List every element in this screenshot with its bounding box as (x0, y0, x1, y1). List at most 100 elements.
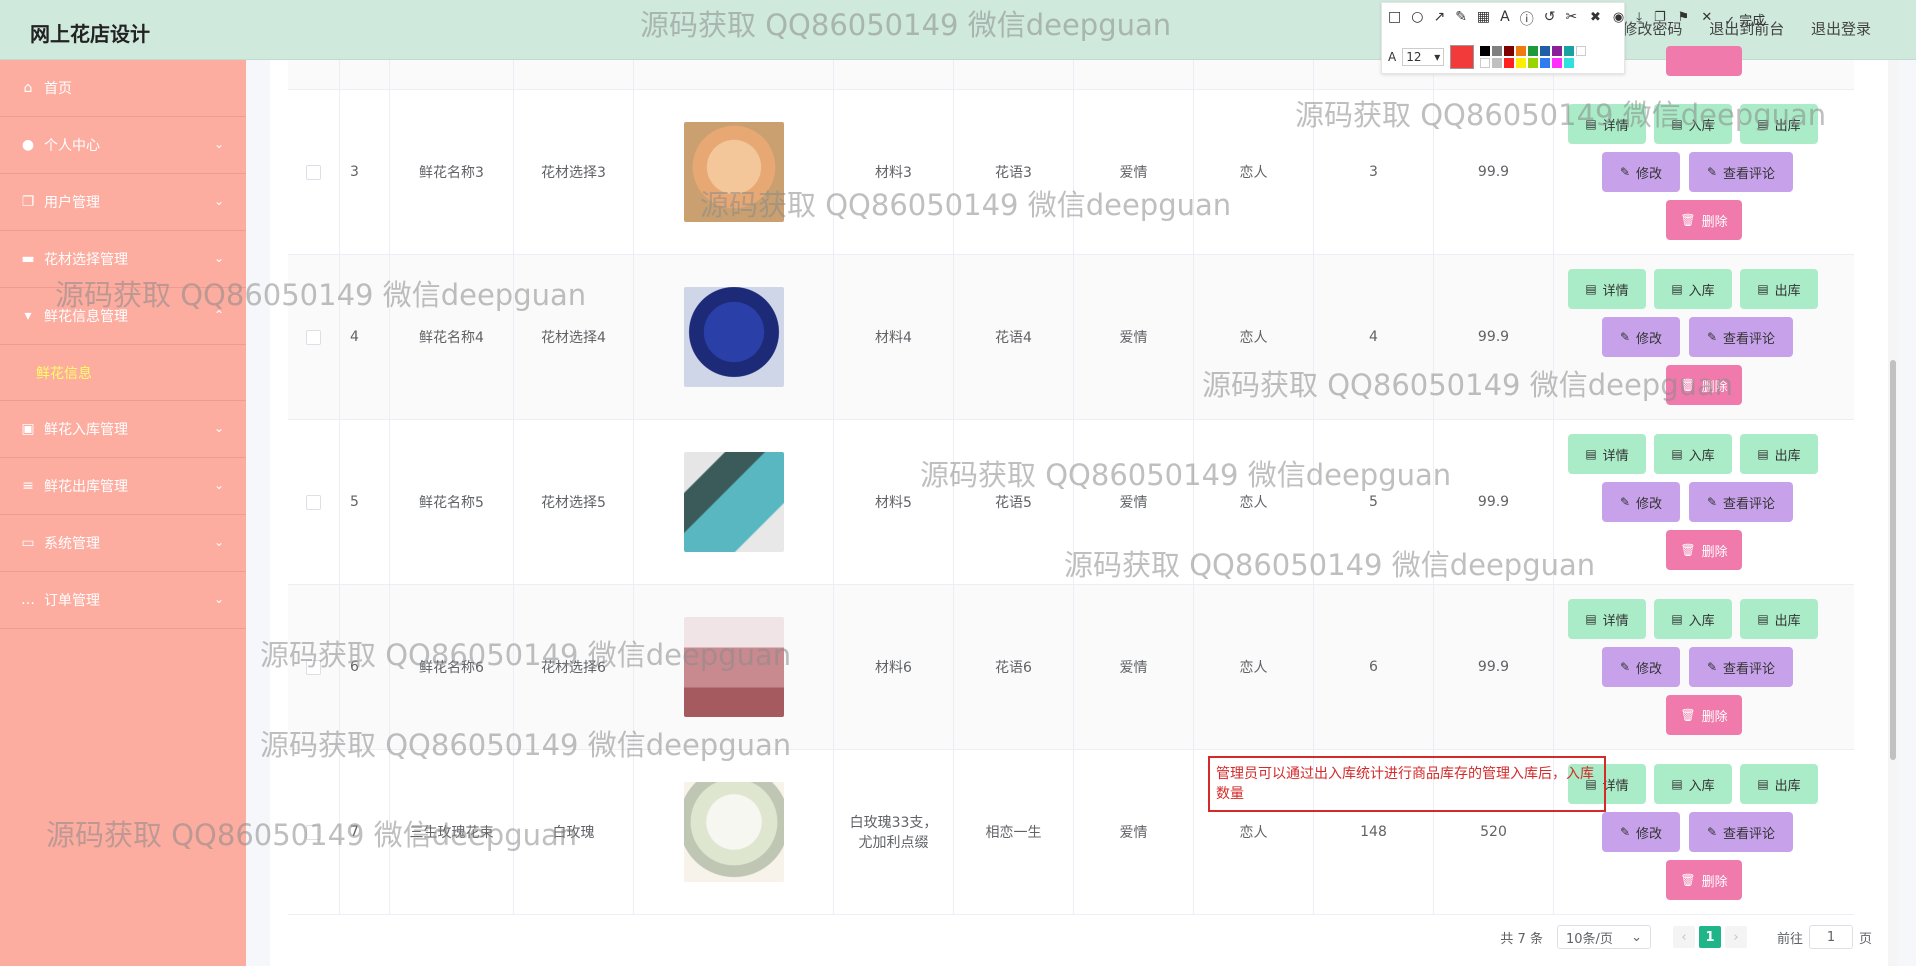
row-checkbox[interactable] (306, 329, 321, 345)
color-swatch[interactable] (1504, 58, 1515, 68)
color-swatch[interactable] (1552, 58, 1563, 68)
category: 爱情 (1074, 585, 1194, 749)
mosaic-icon[interactable]: ▦ (1477, 9, 1490, 29)
flower-image[interactable] (683, 287, 784, 387)
sidebar-item-stock-in-management[interactable]: ▣ 鲜花入库管理 ⌄ (0, 401, 246, 458)
edit-button[interactable]: ✎ 修改 (1602, 317, 1680, 357)
logout-link[interactable]: 退出登录 (1811, 20, 1871, 38)
stock-out-button[interactable]: ▤ 出库 (1740, 764, 1818, 804)
rectangle-icon[interactable]: □ (1388, 9, 1401, 29)
info-icon[interactable]: ⓘ (1520, 9, 1534, 29)
chevron-down-icon: ⌄ (213, 137, 224, 151)
color-swatch[interactable] (1492, 46, 1503, 56)
row-checkbox[interactable] (306, 164, 321, 180)
color-swatch[interactable] (1552, 46, 1563, 56)
delete-button[interactable]: 🗑 删除 (1666, 530, 1742, 570)
sidebar-item-personal-center[interactable]: ● 个人中心 ⌄ (0, 117, 246, 174)
view-reviews-button[interactable]: ✎ 查看评论 (1689, 317, 1793, 357)
row-checkbox[interactable] (306, 494, 321, 510)
sidebar-item-home[interactable]: ⌂ 首页 (0, 60, 246, 117)
prev-page-button[interactable]: ‹ (1672, 926, 1695, 948)
goto-page-input[interactable]: 1 (1808, 925, 1853, 949)
font-size-select[interactable]: 12 ▾ (1402, 48, 1445, 66)
color-swatch[interactable] (1480, 58, 1491, 68)
detail-button[interactable]: ▤ 详情 (1568, 269, 1646, 309)
row-checkbox-cell (288, 90, 340, 254)
flower-language: 花语3 (954, 90, 1074, 254)
bookmark-icon[interactable]: ⚑ (1678, 10, 1690, 29)
close-icon[interactable]: ✕ (1701, 10, 1712, 29)
edit-button[interactable]: ✎ 修改 (1602, 812, 1680, 852)
record-icon[interactable]: ◉ (1613, 10, 1624, 29)
watermark: 源码获取 QQ86050149 微信deepguan (920, 458, 1452, 492)
color-swatch[interactable] (1564, 58, 1575, 68)
flower-image[interactable] (683, 452, 784, 552)
view-reviews-button[interactable]: ✎ 查看评论 (1689, 647, 1793, 687)
ellipse-icon[interactable]: ○ (1411, 9, 1423, 29)
next-page-button[interactable]: › (1724, 926, 1747, 948)
sidebar-item-stock-out-management[interactable]: ≡ 鲜花出库管理 ⌄ (0, 458, 246, 515)
category: 爱情 (1074, 255, 1194, 419)
pen-icon[interactable]: ✎ (1455, 9, 1467, 29)
trash-icon: 🗑 (1680, 873, 1696, 887)
delete-button[interactable]: 🗑 删除 (1666, 200, 1742, 240)
watermark: 源码获取 QQ86050149 微信deepguan (1295, 98, 1827, 132)
edit-button[interactable]: ✎ 修改 (1602, 482, 1680, 522)
watermark: 源码获取 QQ86050149 微信deepguan (1064, 548, 1596, 582)
detail-button[interactable]: ▤ 详情 (1568, 599, 1646, 639)
stock-out-button[interactable]: ▤ 出库 (1740, 269, 1818, 309)
stock-out-button[interactable]: ▤ 出库 (1740, 599, 1818, 639)
arrow-icon[interactable]: ↗ (1433, 9, 1445, 29)
chevron-down-icon: ⌄ (1631, 929, 1642, 945)
pin-icon[interactable]: ✖ (1590, 10, 1601, 29)
color-swatch[interactable] (1540, 58, 1551, 68)
delete-button[interactable] (1666, 46, 1742, 76)
stock-in-button[interactable]: ▤ 入库 (1654, 764, 1732, 804)
scrollbar-thumb[interactable] (1890, 360, 1896, 760)
scrollbar[interactable] (1888, 60, 1898, 966)
color-swatch[interactable] (1564, 46, 1575, 56)
document-icon: ▤ (1585, 612, 1597, 626)
color-swatch[interactable] (1516, 46, 1527, 56)
flower-image[interactable] (683, 782, 784, 882)
stock-in-button[interactable]: ▤ 入库 (1654, 599, 1732, 639)
view-reviews-button[interactable]: ✎ 查看评论 (1689, 152, 1793, 192)
stock-in-button[interactable]: ▤ 入库 (1654, 269, 1732, 309)
current-color-swatch[interactable] (1450, 45, 1475, 69)
color-swatch[interactable] (1516, 58, 1527, 68)
chevron-down-icon: ⌄ (213, 421, 224, 435)
copy-icon[interactable]: ❐ (1654, 10, 1666, 29)
color-swatch[interactable] (1528, 46, 1539, 56)
scissors-icon[interactable]: ✂ (1565, 9, 1577, 29)
page-number-1[interactable]: 1 (1698, 926, 1721, 948)
delete-button[interactable]: 🗑 删除 (1666, 860, 1742, 900)
flower-language: 相恋一生 (954, 750, 1074, 914)
stock-in-button[interactable]: ▤ 入库 (1654, 434, 1732, 474)
edit-button[interactable]: ✎ 修改 (1602, 152, 1680, 192)
delete-button[interactable]: 🗑 删除 (1666, 695, 1742, 735)
toolbar-options: A 12 ▾ (1388, 45, 1587, 69)
color-swatch[interactable] (1492, 58, 1503, 68)
detail-button[interactable]: ▤ 详情 (1568, 434, 1646, 474)
view-reviews-button[interactable]: ✎ 查看评论 (1689, 812, 1793, 852)
done-button[interactable]: ✓ 完成 (1724, 10, 1765, 29)
stock-out-button[interactable]: ▤ 出库 (1740, 434, 1818, 474)
page-size-select[interactable]: 10条/页 ⌄ (1556, 925, 1651, 949)
view-reviews-button[interactable]: ✎ 查看评论 (1689, 482, 1793, 522)
sidebar-item-user-management[interactable]: ❐ 用户管理 ⌄ (0, 174, 246, 231)
color-swatch[interactable] (1576, 58, 1587, 68)
edit-button[interactable]: ✎ 修改 (1602, 647, 1680, 687)
sidebar-subitem-flower-info[interactable]: 鲜花信息 (0, 345, 246, 401)
download-icon[interactable]: ⤓ (1636, 10, 1642, 29)
table-cell (514, 60, 634, 89)
goto-label: 前往 (1776, 931, 1803, 947)
color-swatch[interactable] (1576, 46, 1587, 56)
undo-icon[interactable]: ↺ (1544, 9, 1556, 29)
color-swatch[interactable] (1504, 46, 1515, 56)
text-icon[interactable]: A (1500, 9, 1510, 29)
color-swatch[interactable] (1540, 46, 1551, 56)
color-swatch[interactable] (1528, 58, 1539, 68)
sidebar-item-system-management[interactable]: ▭ 系统管理 ⌄ (0, 515, 246, 572)
color-swatch[interactable] (1480, 46, 1491, 56)
sidebar-item-order-management[interactable]: … 订单管理 ⌄ (0, 572, 246, 629)
